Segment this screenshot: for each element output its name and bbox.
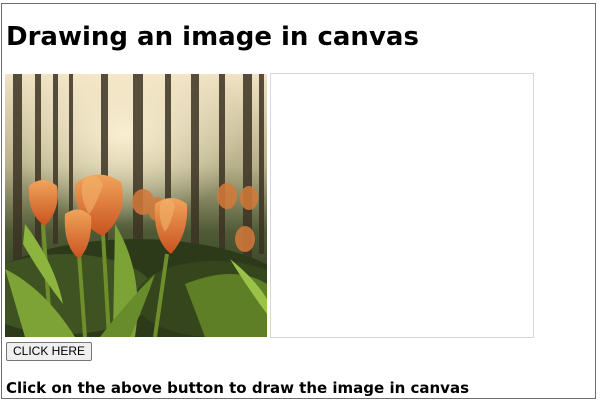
click-here-button[interactable]: CLICK HERE — [6, 342, 93, 361]
drawing-canvas[interactable] — [270, 73, 534, 338]
tulip-image — [5, 74, 267, 337]
instruction-text: Click on the above button to draw the im… — [6, 379, 470, 397]
page-title: Drawing an image in canvas — [6, 22, 419, 52]
page-frame: Drawing an image in canvas CLICK HERE Cl… — [1, 3, 596, 399]
